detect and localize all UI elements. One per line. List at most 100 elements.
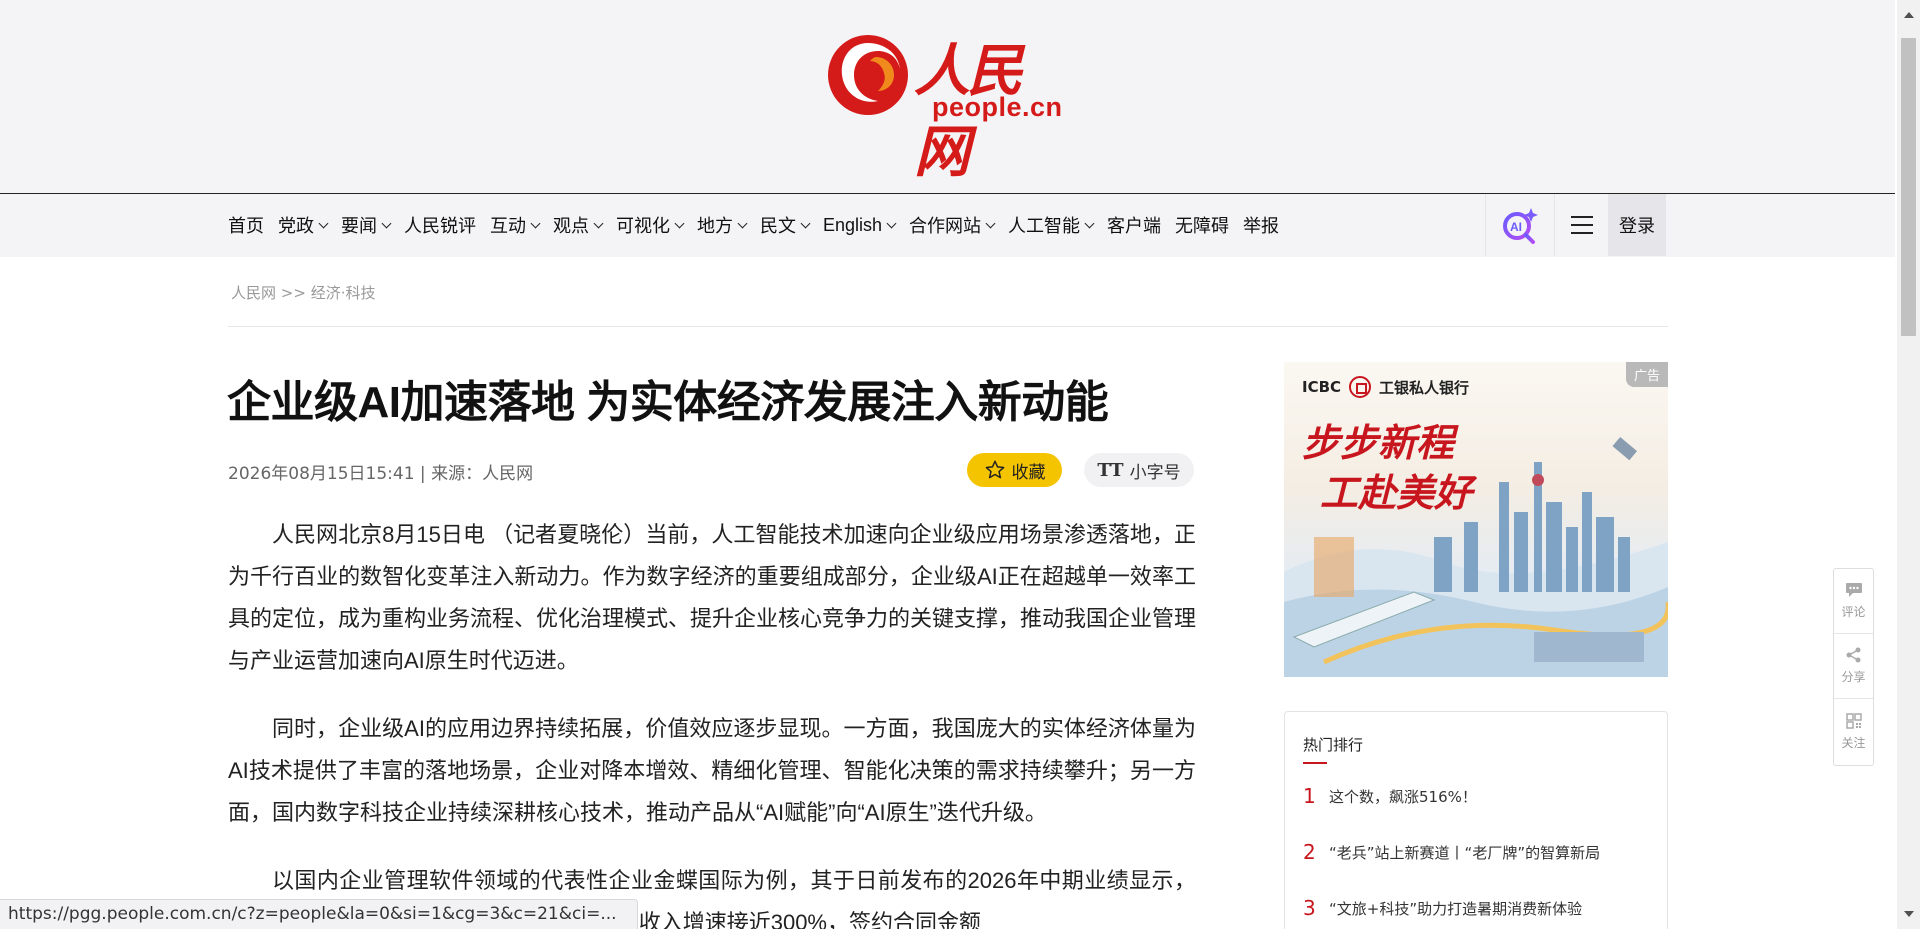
nav-item[interactable]: 观点: [553, 212, 604, 238]
hamburger-menu-button[interactable]: [1556, 194, 1608, 256]
hot-list-item[interactable]: 2 “老兵”站上新赛道丨“老厂牌”的智算新局: [1303, 840, 1600, 864]
nav-item[interactable]: 人工智能: [1008, 212, 1095, 238]
login-button[interactable]: 登录: [1608, 194, 1666, 256]
tool-label: 关注: [1841, 735, 1866, 750]
nav-item-label: 地方: [697, 216, 733, 236]
article-title: 企业级AI加速落地 为实体经济发展注入新动能: [227, 378, 1109, 427]
star-icon: [985, 460, 1004, 479]
logo-english: people.cn: [932, 92, 1063, 122]
masthead: 人民网 people.cn: [0, 0, 1895, 193]
breadcrumb-home[interactable]: 人民网: [231, 284, 276, 302]
advertisement-banner[interactable]: 广告 ICBC 工银私人银行 步步新程 工赴美好: [1284, 362, 1668, 677]
nav-item-label: 互动: [490, 216, 526, 236]
page-scrollbar[interactable]: [1897, 0, 1920, 929]
chevron-down-icon: [985, 218, 996, 228]
chevron-down-icon: [318, 218, 329, 228]
nav-item-label: 党政: [278, 216, 314, 236]
hot-link[interactable]: “文旅+科技”助力打造暑期消费新体验: [1329, 898, 1582, 919]
ad-slogan-line: 工赴美好: [1320, 470, 1473, 515]
nav-item[interactable]: 要闻: [341, 212, 392, 238]
nav-item[interactable]: 党政: [278, 212, 329, 238]
nav-item[interactable]: 首页: [228, 212, 264, 238]
breadcrumb-section[interactable]: 经济·科技: [311, 284, 376, 302]
nav-items: 首页 党政 要闻 人民锐评 互动 观点 可视化 地方 民文 English 合作网站 人工智能 客户端无…: [228, 194, 1293, 256]
divider: [228, 326, 1668, 327]
city-skyline-illustration: [1284, 436, 1668, 677]
chevron-down-icon: [381, 218, 392, 228]
article-body: 人民网北京8月15日电 （记者夏晓伦）当前，人工智能技术加速向企业级应用场景渗透…: [228, 514, 1196, 929]
ai-search-icon: AI: [1503, 208, 1538, 244]
nav-item[interactable]: 合作网站: [909, 212, 996, 238]
tool-label: 分享: [1841, 670, 1866, 684]
scroll-down-arrow-icon[interactable]: [1904, 911, 1914, 917]
nav-item[interactable]: English: [823, 214, 897, 236]
article-paragraph: 人民网北京8月15日电 （记者夏晓伦）当前，人工智能技术加速向企业级应用场景渗透…: [228, 522, 1197, 673]
ad-brand-en: ICBC: [1302, 378, 1342, 396]
chevron-down-icon: [1084, 218, 1095, 228]
favorite-label: 收藏: [1011, 462, 1046, 483]
icbc-logo-icon: [1349, 376, 1372, 398]
nav-item[interactable]: 可视化: [616, 212, 685, 238]
ad-brand-cn: 工银私人银行: [1379, 378, 1470, 397]
nav-item[interactable]: 举报: [1243, 212, 1279, 238]
scrollbar-thumb[interactable]: [1901, 38, 1916, 336]
nav-item[interactable]: 无障碍: [1175, 212, 1229, 238]
nav-item[interactable]: 人民锐评: [404, 212, 476, 238]
nav-item-label: 举报: [1243, 216, 1280, 236]
nav-item-label: English: [823, 214, 883, 235]
title-underline: [1303, 762, 1327, 764]
font-size-icon: TT: [1097, 459, 1124, 481]
ad-tag: 广告: [1625, 362, 1668, 387]
hot-rank: 2: [1303, 840, 1316, 864]
nav-item[interactable]: 民文: [760, 212, 811, 238]
article-source[interactable]: 人民网: [482, 464, 533, 484]
browser-status-url: https://pgg.people.com.cn/c?z=people&la=…: [0, 899, 638, 929]
hot-ranking-title: 热门排行: [1303, 736, 1364, 754]
share-icon: [1846, 647, 1860, 663]
tool-label: 评论: [1841, 605, 1866, 619]
comment-button[interactable]: 评论: [1834, 569, 1873, 634]
favorite-button[interactable]: 收藏: [967, 453, 1062, 487]
hot-link[interactable]: “老兵”站上新赛道丨“老厂牌”的智算新局: [1329, 842, 1600, 863]
chevron-down-icon: [593, 218, 604, 228]
chevron-down-icon: [530, 218, 541, 228]
main-nav: 首页 党政 要闻 人民锐评 互动 观点 可视化 地方 民文 English 合作网站 人工智能 客户端无…: [0, 193, 1895, 257]
nav-item-label: 合作网站: [909, 216, 982, 236]
ad-brand: ICBC 工银私人银行: [1302, 376, 1469, 398]
hot-list-item[interactable]: 1 这个数，飙涨516%！: [1303, 784, 1477, 808]
nav-item-label: 可视化: [616, 216, 670, 236]
nav-item-label: 人工智能: [1008, 216, 1081, 236]
qrcode-icon: [1845, 712, 1862, 729]
follow-button[interactable]: 关注: [1834, 699, 1873, 764]
breadcrumb-separator: >>: [276, 284, 311, 302]
hot-rank: 3: [1303, 896, 1316, 920]
ai-assistant-button[interactable]: AI: [1485, 194, 1555, 256]
nav-item[interactable]: 客户端: [1107, 212, 1161, 238]
hot-ranking-panel: 热门排行 1 这个数，飙涨516%！ 2 “老兵”站上新赛道丨“老厂牌”的智算新…: [1284, 711, 1668, 929]
nav-item-label: 客户端: [1107, 216, 1162, 236]
article-paragraph: 同时，企业级AI的应用边界持续拓展，价值效应逐步显现。一方面，我国庞大的实体经济…: [228, 716, 1196, 825]
font-size-label: 小字号: [1129, 462, 1181, 483]
nav-item[interactable]: 互动: [490, 212, 541, 238]
chevron-down-icon: [737, 218, 748, 228]
nav-item[interactable]: 地方: [697, 212, 748, 238]
hamburger-menu-icon: [1571, 216, 1593, 234]
chevron-down-icon: [674, 218, 685, 228]
page: 人民网 people.cn 首页 党政 要闻 人民锐评 互动 观点 可视化 地方 民文 Engli…: [0, 0, 1920, 929]
share-button[interactable]: 分享: [1834, 634, 1873, 699]
scroll-up-arrow-icon[interactable]: [1904, 12, 1914, 18]
site-logo[interactable]: 人民网 people.cn: [826, 28, 1070, 185]
article-meta: 2026年08月15日15:41 | 来源：人民网: [228, 459, 533, 484]
nav-item-label: 民文: [760, 216, 796, 236]
hot-list-item[interactable]: 3 “文旅+科技”助力打造暑期消费新体验: [1303, 896, 1582, 920]
hot-link[interactable]: 这个数，飙涨516%！: [1329, 786, 1477, 807]
font-size-button[interactable]: TT 小字号: [1084, 453, 1194, 487]
article-datetime: 2026年08月15日15:41: [228, 464, 415, 484]
ad-slogan-line: 步步新程: [1302, 420, 1455, 465]
chevron-down-icon: [886, 218, 897, 228]
breadcrumb: 人民网 >> 经济·科技: [231, 282, 375, 303]
chevron-down-icon: [800, 218, 811, 228]
svg-text:AI: AI: [1510, 220, 1522, 234]
nav-item-label: 观点: [553, 216, 589, 236]
comment-icon: [1845, 583, 1862, 597]
